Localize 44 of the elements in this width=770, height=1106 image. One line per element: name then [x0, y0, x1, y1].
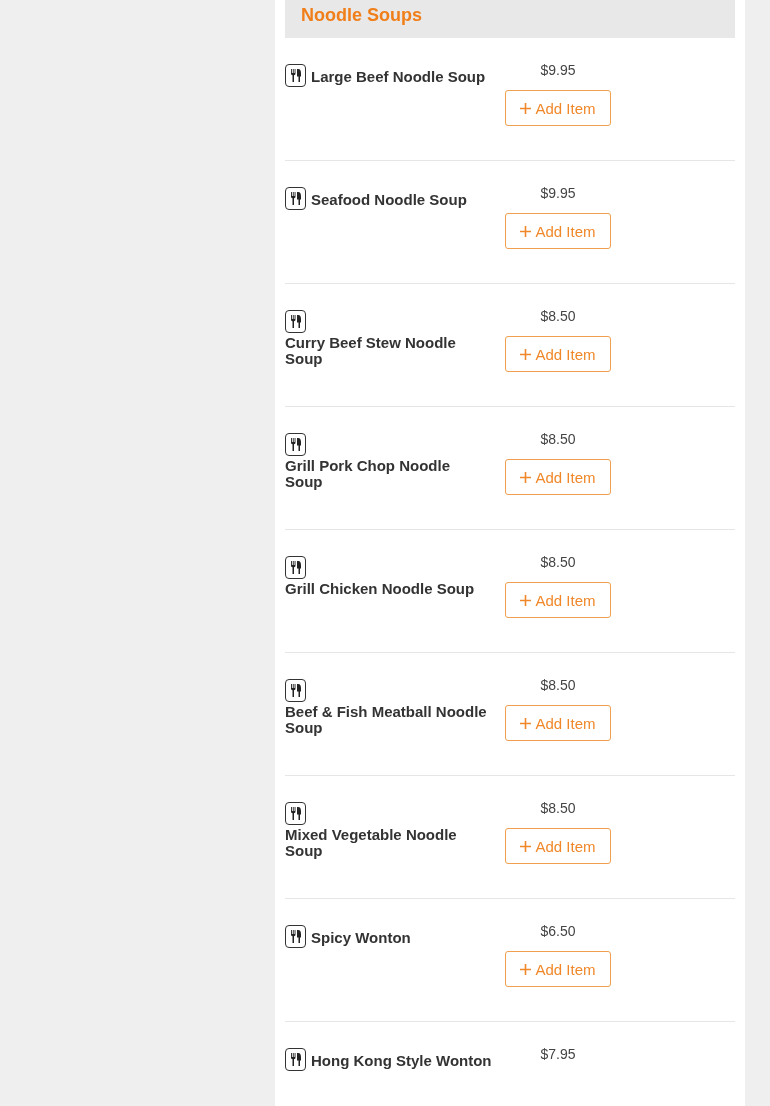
- plus-icon: [520, 102, 532, 114]
- fork-knife-icon: [289, 438, 302, 451]
- fork-knife-icon: [289, 930, 302, 943]
- item-price: $9.95: [540, 185, 576, 201]
- plus-icon: [520, 840, 532, 852]
- add-item-button[interactable]: Add Item: [505, 213, 611, 249]
- item-name: Grill Chicken Noodle Soup: [285, 581, 475, 597]
- item-price: $8.50: [540, 431, 576, 447]
- fork-knife-icon: [289, 315, 302, 328]
- item-name: Beef & Fish Meatball Noodle Soup: [285, 704, 488, 736]
- plus-icon: [520, 717, 532, 729]
- add-item-button[interactable]: Add Item: [505, 582, 611, 618]
- fork-knife-icon: [289, 69, 302, 82]
- item-name: Seafood Noodle Soup: [311, 191, 467, 208]
- plus-icon: [520, 963, 532, 975]
- item-price: $8.50: [540, 677, 576, 693]
- add-item-button[interactable]: Add Item: [505, 336, 611, 372]
- item-price: $7.95: [540, 1046, 576, 1062]
- add-item-button[interactable]: Add Item: [505, 459, 611, 495]
- section-title: Noodle Soups: [285, 0, 735, 38]
- item-price: $8.50: [540, 800, 576, 816]
- plus-icon: [520, 225, 532, 237]
- fork-knife-icon: [289, 807, 302, 820]
- add-item-button[interactable]: Add Item: [505, 951, 611, 987]
- plus-icon: [520, 594, 532, 606]
- item-price: $9.95: [540, 62, 576, 78]
- plus-icon: [520, 348, 532, 360]
- item-name: Hong Kong Style Wonton: [311, 1052, 492, 1069]
- item-price: $8.50: [540, 554, 576, 570]
- fork-knife-icon: [289, 1053, 302, 1066]
- item-price: $8.50: [540, 308, 576, 324]
- add-item-button[interactable]: Add Item: [505, 828, 611, 864]
- fork-knife-icon: [289, 561, 302, 574]
- add-item-button[interactable]: Add Item: [505, 705, 611, 741]
- item-name: Curry Beef Stew Noodle Soup: [285, 335, 457, 367]
- item-name: Large Beef Noodle Soup: [311, 68, 486, 85]
- item-name: Spicy Wonton: [311, 929, 411, 946]
- fork-knife-icon: [289, 684, 302, 697]
- item-price: $6.50: [540, 923, 576, 939]
- item-name: Mixed Vegetable Noodle Soup: [285, 827, 458, 859]
- add-item-button[interactable]: Add Item: [505, 90, 611, 126]
- fork-knife-icon: [289, 192, 302, 205]
- item-name: Grill Pork Chop Noodle Soup: [285, 458, 451, 490]
- plus-icon: [520, 471, 532, 483]
